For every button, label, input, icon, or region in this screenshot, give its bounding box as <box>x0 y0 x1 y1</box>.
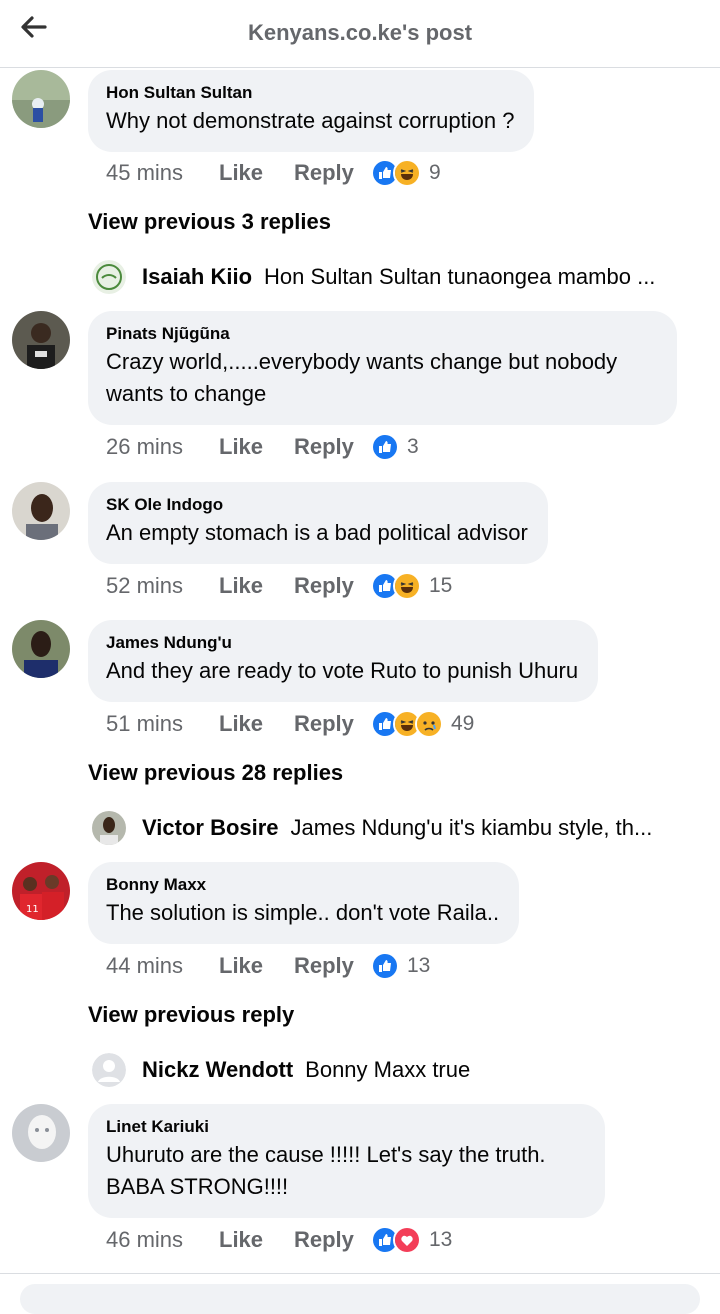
comment-bubble: Pinats Njũgũna Crazy world,.....everybod… <box>88 311 677 425</box>
reply-preview[interactable]: Isaiah Kiio Hon Sultan Sultan tunaongea … <box>92 259 692 295</box>
reactions[interactable]: 49 <box>371 710 474 738</box>
comment-author[interactable]: Linet Kariuki <box>106 1117 585 1137</box>
reaction-count: 15 <box>429 574 453 597</box>
reaction-count: 49 <box>451 712 475 735</box>
reactions[interactable]: 9 <box>371 159 441 187</box>
page-title: Kenyans.co.ke's post <box>247 20 473 45</box>
reply-author[interactable]: Victor Bosire <box>142 815 279 841</box>
view-previous-replies-link[interactable]: View previous reply <box>88 1002 294 1028</box>
comment-text: Crazy world,.....everybody wants change … <box>106 349 618 406</box>
top-bar: Kenyans.co.ke's post <box>0 0 720 68</box>
comment-actions: 45 mins Like Reply 9 <box>106 158 441 188</box>
like-button[interactable]: Like <box>219 160 294 186</box>
comment-text: Uhuruto are the cause !!!!! Let's say th… <box>106 1142 546 1199</box>
comment-time[interactable]: 26 mins <box>106 434 219 460</box>
comment-actions: 44 mins Like Reply 13 <box>106 951 430 981</box>
reply-button[interactable]: Reply <box>294 434 371 460</box>
reactions[interactable]: 13 <box>371 1226 452 1254</box>
like-button[interactable]: Like <box>219 953 294 979</box>
reaction-count: 13 <box>429 1228 453 1251</box>
avatar[interactable] <box>12 311 70 369</box>
avatar[interactable] <box>12 620 70 678</box>
avatar[interactable] <box>92 811 126 845</box>
comment-time[interactable]: 46 mins <box>106 1227 219 1253</box>
svg-text:11: 11 <box>26 904 39 915</box>
avatar[interactable]: 11 <box>12 862 70 920</box>
comment-author[interactable]: Bonny Maxx <box>106 875 499 895</box>
comment-author[interactable]: Hon Sultan Sultan <box>106 83 514 103</box>
reaction-count: 9 <box>429 161 441 184</box>
love-reaction-icon <box>393 1226 421 1254</box>
comment-input[interactable] <box>20 1284 700 1314</box>
like-reaction-icon <box>371 952 399 980</box>
reply-button[interactable]: Reply <box>294 953 371 979</box>
comment-time[interactable]: 44 mins <box>106 953 219 979</box>
like-button[interactable]: Like <box>219 434 294 460</box>
haha-reaction-icon <box>393 159 421 187</box>
sad-reaction-icon <box>415 710 443 738</box>
reply-button[interactable]: Reply <box>294 1227 371 1253</box>
comment-actions: 52 mins Like Reply 15 <box>106 571 452 601</box>
avatar[interactable] <box>12 70 70 128</box>
like-button[interactable]: Like <box>219 711 294 737</box>
comment-bubble: Hon Sultan Sultan Why not demonstrate ag… <box>88 70 535 152</box>
comment-time[interactable]: 52 mins <box>106 573 219 599</box>
comment-actions: 46 mins Like Reply 13 <box>106 1225 452 1255</box>
avatar[interactable] <box>92 260 126 294</box>
comment-bubble: Bonny Maxx The solution is simple.. don'… <box>88 862 520 944</box>
reply-text: James Ndung'u it's kiambu style, th... <box>290 815 653 840</box>
reaction-count: 3 <box>407 435 419 458</box>
reply-author[interactable]: Nickz Wendott <box>142 1057 293 1083</box>
reply-text: Hon Sultan Sultan tunaongea mambo ... <box>264 264 656 289</box>
reaction-count: 13 <box>407 954 431 977</box>
reactions[interactable]: 13 <box>371 952 430 980</box>
reply-button[interactable]: Reply <box>294 573 371 599</box>
like-button[interactable]: Like <box>219 1227 294 1253</box>
comment-time[interactable]: 51 mins <box>106 711 219 737</box>
comment-author[interactable]: SK Ole Indogo <box>106 495 528 515</box>
like-button[interactable]: Like <box>219 573 294 599</box>
like-reaction-icon <box>371 433 399 461</box>
reactions[interactable]: 3 <box>371 433 419 461</box>
comment-text: And they are ready to vote Ruto to punis… <box>106 658 579 683</box>
comment-text: An empty stomach is a bad political advi… <box>106 520 528 545</box>
reply-text: Bonny Maxx true <box>305 1057 471 1082</box>
reply-author[interactable]: Isaiah Kiio <box>142 264 252 290</box>
comment-actions: 51 mins Like Reply 49 <box>106 709 474 739</box>
comment-text: The solution is simple.. don't vote Rail… <box>106 900 500 925</box>
view-previous-replies-link[interactable]: View previous 28 replies <box>88 760 343 786</box>
comment-author[interactable]: Pinats Njũgũna <box>106 324 657 344</box>
comment-composer <box>0 1273 720 1314</box>
avatar[interactable] <box>12 482 70 540</box>
reactions[interactable]: 15 <box>371 572 452 600</box>
view-previous-replies-link[interactable]: View previous 3 replies <box>88 209 331 235</box>
comment-bubble: James Ndung'u And they are ready to vote… <box>88 620 599 702</box>
comment-bubble: SK Ole Indogo An empty stomach is a bad … <box>88 482 548 564</box>
comment-bubble: Linet Kariuki Uhuruto are the cause !!!!… <box>88 1104 605 1218</box>
comment-author[interactable]: James Ndung'u <box>106 633 578 653</box>
reply-button[interactable]: Reply <box>294 711 371 737</box>
haha-reaction-icon <box>393 572 421 600</box>
reply-button[interactable]: Reply <box>294 160 371 186</box>
reply-preview[interactable]: Victor Bosire James Ndung'u it's kiambu … <box>92 810 692 846</box>
avatar[interactable] <box>92 1053 126 1087</box>
avatar[interactable] <box>12 1104 70 1162</box>
comment-actions: 26 mins Like Reply 3 <box>106 432 419 462</box>
comment-time[interactable]: 45 mins <box>106 160 219 186</box>
comment-text: Why not demonstrate against corruption ? <box>106 108 515 133</box>
reply-preview[interactable]: Nickz Wendott Bonny Maxx true <box>92 1052 692 1088</box>
